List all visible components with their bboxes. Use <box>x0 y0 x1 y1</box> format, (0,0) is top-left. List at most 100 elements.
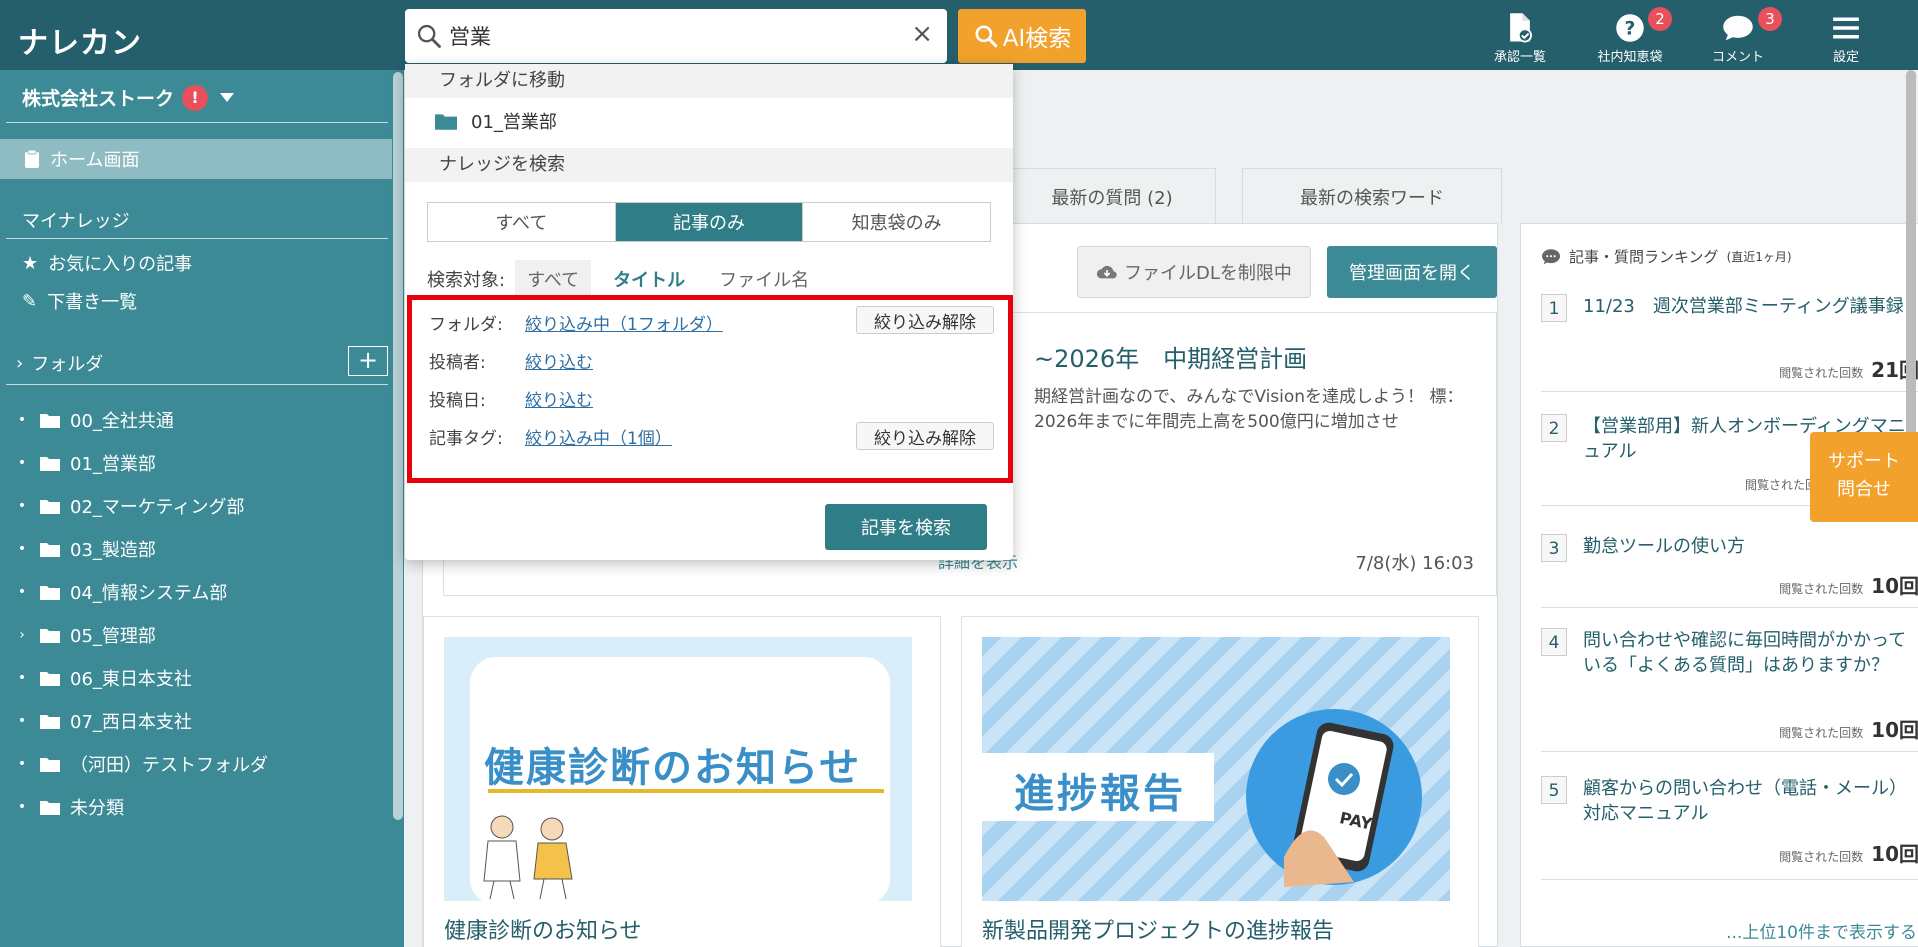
search-input[interactable] <box>449 19 889 53</box>
rank-title[interactable]: 顧客からの問い合わせ（電話・メール）対応マニュアル <box>1583 776 1913 826</box>
nav-comments[interactable]: 3 コメント <box>1698 7 1782 65</box>
scope-tab-articles[interactable]: 記事のみ <box>615 203 804 241</box>
search-icon <box>975 25 998 48</box>
featured-article-title[interactable]: ~2026年 中期経営計画 <box>1034 339 1307 374</box>
ranking-item[interactable]: 1 11/23 週次営業部ミーティング議事録 閲覧された回数 21回 <box>1541 294 1918 392</box>
folder-list: • 00_全社共通 • 01_営業部 • 02_マーケティング部 • 03_製造部 • 0… <box>14 398 268 828</box>
folder-item[interactable]: • 07_西日本支社 <box>14 699 268 742</box>
nav-approvals[interactable]: 承認一覧 <box>1480 10 1560 65</box>
folder-item[interactable]: • 02_マーケティング部 <box>14 484 268 527</box>
folder-item[interactable]: • 01_営業部 <box>14 441 268 484</box>
folder-item[interactable]: • （河田）テストフォルダ <box>14 742 268 785</box>
rank-title[interactable]: 11/23 週次営業部ミーティング議事録 <box>1583 294 1913 319</box>
article-card-title[interactable]: 健康診断のお知らせ <box>444 913 642 945</box>
support-label-line1: サポート <box>1828 451 1900 472</box>
article-card[interactable]: 進捗報告 PAY 新製品開発プロジェクトの進捗報告 <box>961 616 1479 947</box>
cloud-download-icon <box>1096 265 1117 279</box>
ai-search-label: AI検索 <box>1002 26 1072 52</box>
tab-latest-questions[interactable]: 最新の質問 (2) <box>1008 168 1216 224</box>
tag-filter-link[interactable]: 絞り込み中（1個） <box>525 424 672 449</box>
folder-label: 06_東日本支社 <box>70 668 192 690</box>
folder-icon <box>40 757 60 772</box>
filter-label: フォルダ: <box>429 315 503 335</box>
sidebar-item-drafts[interactable]: ✎ 下書き一覧 <box>22 288 137 314</box>
thumbnail-text: 健康診断のお知らせ <box>484 745 862 791</box>
target-option-title[interactable]: タイトル <box>601 260 697 298</box>
bullet-icon: • <box>17 540 27 557</box>
scope-tab-all[interactable]: すべて <box>428 203 616 241</box>
author-filter-link[interactable]: 絞り込む <box>525 348 593 373</box>
folder-item[interactable]: • 00_全社共通 <box>14 398 268 441</box>
file-dl-restrict-button[interactable]: ファイルDLを制限中 <box>1077 246 1311 298</box>
clipboard-icon <box>25 149 39 168</box>
ai-search-button[interactable]: AI検索 <box>958 9 1086 63</box>
add-folder-button[interactable]: + <box>348 346 388 376</box>
sidebar-scrollbar[interactable] <box>393 72 403 820</box>
clear-folder-filter-button[interactable]: 絞り込み解除 <box>856 306 994 334</box>
article-card-title[interactable]: 新製品開発プロジェクトの進捗報告 <box>982 913 1334 945</box>
folder-section-header[interactable]: › フォルダ + <box>16 346 388 376</box>
folder-item[interactable]: › 05_管理部 <box>14 613 268 656</box>
nav-knowledge-qa-label: 社内知恵袋 <box>1597 50 1663 65</box>
search-target-row: 検索対象: すべて タイトル ファイル名 <box>427 260 821 298</box>
sidebar-item-home[interactable]: ホーム画面 <box>0 139 392 179</box>
rank-title[interactable]: 問い合わせや確認に毎回時間がかかっている「よくある質問」はありますか？ <box>1583 628 1913 678</box>
scope-tab-qa[interactable]: 知恵袋のみ <box>803 203 990 241</box>
ranking-item[interactable]: 3 勤怠ツールの使い方 閲覧された回数 10回 <box>1541 534 1918 608</box>
comment-icon <box>1542 248 1560 264</box>
folder-item[interactable]: • 03_製造部 <box>14 527 268 570</box>
bullet-icon: • <box>17 411 27 428</box>
search-target-label: 検索対象: <box>427 270 506 291</box>
bullet-icon: • <box>17 583 27 600</box>
ranking-period: (直近1ヶ月) <box>1726 250 1792 264</box>
folder-icon <box>40 499 60 514</box>
warning-icon: ! <box>182 84 209 111</box>
rank-title[interactable]: 勤怠ツールの使い方 <box>1583 534 1913 559</box>
support-contact-button[interactable]: サポート 問合せ <box>1810 432 1918 522</box>
sidebar-item-favorites[interactable]: ★ お気に入りの記事 <box>22 250 192 276</box>
filter-row-tag: 記事タグ: 絞り込み中（1個） <box>429 424 672 449</box>
folder-label: 04_情報システム部 <box>70 582 228 604</box>
clear-search-icon[interactable]: × <box>911 19 933 49</box>
nav-settings-label: 設定 <box>1832 50 1859 65</box>
chevron-right-icon[interactable]: › <box>14 627 30 643</box>
ranking-title: 記事・質問ランキング <box>1569 248 1719 266</box>
scope-segmented-control: すべて 記事のみ 知恵袋のみ <box>427 202 991 242</box>
date-filter-link[interactable]: 絞り込む <box>525 386 593 411</box>
doctor-illustration-icon <box>483 815 573 900</box>
target-option-filename[interactable]: ファイル名 <box>707 260 821 298</box>
svg-text:?: ? <box>1625 18 1636 39</box>
comment-count-badge: 3 <box>1758 7 1782 31</box>
target-option-all[interactable]: すべて <box>515 260 592 298</box>
folder-filter-link[interactable]: 絞り込み中（1フォルダ） <box>525 310 723 335</box>
clear-tag-filter-button[interactable]: 絞り込み解除 <box>856 422 994 450</box>
bullet-icon: • <box>17 454 27 471</box>
tab-latest-search-words[interactable]: 最新の検索ワード <box>1242 168 1502 224</box>
nav-settings[interactable]: 設定 <box>1806 10 1886 65</box>
folder-item[interactable]: • 未分類 <box>14 785 268 828</box>
rank-number: 5 <box>1541 776 1567 804</box>
search-articles-button[interactable]: 記事を検索 <box>825 504 987 550</box>
ranking-item[interactable]: 5 顧客からの問い合わせ（電話・メール）対応マニュアル 閲覧された回数 10回 <box>1541 776 1918 880</box>
ranking-item[interactable]: 4 問い合わせや確認に毎回時間がかかっている「よくある質問」はありますか？ 閲覧… <box>1541 628 1918 752</box>
nav-knowledge-qa[interactable]: ? 2 社内知恵袋 <box>1590 7 1672 65</box>
open-admin-button[interactable]: 管理画面を開く <box>1327 246 1497 298</box>
sidebar-item-label: お気に入りの記事 <box>48 254 193 275</box>
folder-item[interactable]: • 04_情報システム部 <box>14 570 268 613</box>
phone-payment-icon: PAY <box>1246 709 1422 887</box>
featured-article-date: 7/8(水) 16:03 <box>1355 553 1474 574</box>
question-icon: ? <box>1616 14 1644 42</box>
bullet-icon: • <box>17 798 27 815</box>
folder-suggestion-item[interactable]: 01_営業部 <box>435 108 557 134</box>
file-dl-restrict-label: ファイルDLを制限中 <box>1124 263 1292 284</box>
folder-suggestion-label: 01_営業部 <box>471 112 557 133</box>
show-top-10-link[interactable]: ...上位10件まで表示する <box>1726 918 1917 943</box>
chevron-down-icon <box>220 93 235 102</box>
search-box[interactable]: × <box>405 9 947 63</box>
company-switcher[interactable]: 株式会社ストーク ! <box>22 84 235 111</box>
article-card[interactable]: 健康診断のお知らせ 健康診断のお知らせ <box>423 616 941 947</box>
app-logo[interactable]: ナレカン <box>18 18 142 62</box>
folder-item[interactable]: • 06_東日本支社 <box>14 656 268 699</box>
views-label: 閲覧された回数 <box>1779 850 1864 864</box>
nav-approvals-label: 承認一覧 <box>1493 50 1546 65</box>
